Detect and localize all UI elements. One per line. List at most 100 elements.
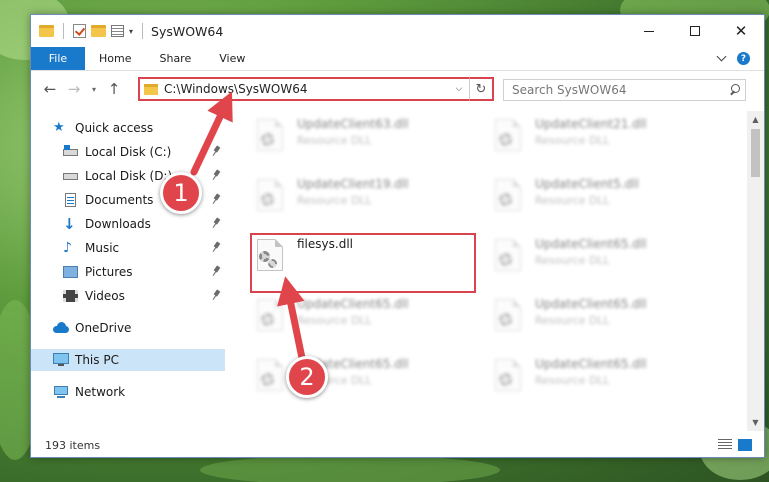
- navigation-bar: ← → ▾ ↑ C:\Windows\SysWOW64 ⌵ ↻ Search S…: [31, 71, 764, 107]
- tab-file[interactable]: File: [31, 47, 85, 70]
- refresh-button[interactable]: ↻: [469, 77, 494, 101]
- item-count: 193 items: [45, 438, 101, 452]
- title-bar: ▾ SysWOW64 ✕: [31, 15, 764, 47]
- scroll-thumb[interactable]: [751, 129, 760, 177]
- refresh-icon: ↻: [475, 81, 487, 97]
- navigation-pane: ★ Quick access Local Disk (C:) Local Dis…: [31, 111, 225, 431]
- file-name: UpdateClient65.dll: [535, 357, 647, 371]
- customize-toolbar-icon[interactable]: ▾: [129, 27, 133, 36]
- file-highlight-box: [250, 233, 476, 293]
- sidebar-item-pictures[interactable]: Pictures: [31, 261, 225, 283]
- file-item[interactable]: UpdateClient5.dll Resource DLL: [489, 177, 719, 235]
- vertical-scrollbar[interactable]: ▲ ▼: [747, 111, 764, 431]
- maximize-button[interactable]: [672, 15, 718, 47]
- file-item[interactable]: UpdateClient65.dll Resource DLL: [489, 297, 719, 355]
- pin-icon: [213, 242, 221, 252]
- pin-icon: [213, 218, 221, 228]
- file-item[interactable]: UpdateClient65.dll Resource DLL: [489, 357, 719, 415]
- sidebar-item-label: Documents: [85, 193, 154, 207]
- search-icon[interactable]: [727, 81, 745, 99]
- dll-file-icon: [251, 297, 287, 337]
- cloud-icon: [53, 321, 69, 335]
- view-toggle: [718, 439, 764, 451]
- minimize-icon: [644, 30, 654, 32]
- ribbon-controls: ?: [716, 47, 764, 70]
- file-name: UpdateClient65.dll: [297, 297, 409, 311]
- sidebar-item-label: Videos: [85, 289, 125, 303]
- minimize-button[interactable]: [626, 15, 672, 47]
- sidebar-item-downloads[interactable]: ↓ Downloads: [31, 213, 225, 235]
- rename-icon[interactable]: [111, 25, 124, 37]
- folder-icon: [39, 25, 54, 37]
- pin-icon: [213, 146, 221, 156]
- file-item[interactable]: UpdateClient21.dll Resource DLL: [489, 117, 719, 175]
- file-item[interactable]: UpdateClient65.dll Resource DLL: [251, 297, 481, 355]
- sidebar-item-this-pc[interactable]: This PC: [31, 349, 225, 371]
- file-type: Resource DLL: [535, 254, 610, 267]
- tab-share[interactable]: Share: [145, 47, 205, 70]
- address-dropdown-button[interactable]: ⌵: [450, 84, 468, 94]
- file-type: Resource DLL: [535, 314, 610, 327]
- pin-icon: [213, 194, 221, 204]
- drive-icon: [63, 145, 79, 159]
- file-name: UpdateClient5.dll: [535, 177, 639, 191]
- new-folder-icon[interactable]: [91, 25, 106, 37]
- sidebar-item-label: Local Disk (D:): [85, 169, 173, 183]
- step-2-badge: 2: [286, 356, 328, 398]
- close-button[interactable]: ✕: [718, 15, 764, 47]
- sidebar-item-videos[interactable]: Videos: [31, 285, 225, 307]
- file-explorer-window: ▾ SysWOW64 ✕ File Home Share View ? ← → …: [30, 14, 765, 458]
- file-item[interactable]: UpdateClient65.dll Resource DLL: [251, 357, 481, 415]
- scroll-down-button[interactable]: ▼: [747, 414, 764, 431]
- documents-icon: [63, 193, 79, 207]
- forward-button[interactable]: →: [63, 78, 85, 100]
- expand-ribbon-icon[interactable]: [716, 51, 727, 62]
- large-icons-view-icon[interactable]: [738, 439, 752, 451]
- search-input[interactable]: Search SysWOW64: [512, 83, 727, 97]
- recent-locations-button[interactable]: ▾: [87, 85, 101, 94]
- nav-buttons: ← → ▾ ↑: [31, 78, 125, 100]
- properties-check-icon[interactable]: [73, 24, 86, 38]
- sidebar-item-label: Quick access: [75, 121, 154, 135]
- sidebar-item-local-disk-c[interactable]: Local Disk (C:): [31, 141, 225, 163]
- dll-file-icon: [251, 117, 287, 157]
- sidebar-item-quick-access[interactable]: ★ Quick access: [31, 117, 225, 139]
- file-item[interactable]: UpdateClient19.dll Resource DLL: [251, 177, 481, 235]
- file-item[interactable]: UpdateClient65.dll Resource DLL: [489, 237, 719, 295]
- sidebar-item-label: Music: [85, 241, 120, 255]
- videos-icon: [63, 289, 79, 303]
- scroll-up-button[interactable]: ▲: [747, 111, 764, 128]
- dll-file-icon: [489, 177, 525, 217]
- file-name: UpdateClient65.dll: [535, 237, 647, 251]
- ribbon-tabs: File Home Share View ?: [31, 47, 764, 71]
- pin-icon: [213, 170, 221, 180]
- close-icon: ✕: [734, 22, 748, 40]
- sidebar-item-label: Downloads: [85, 217, 151, 231]
- quick-access-toolbar: ▾: [31, 23, 147, 39]
- file-name: UpdateClient63.dll: [297, 117, 409, 131]
- dll-file-icon: [489, 117, 525, 157]
- drive-icon: [63, 169, 79, 183]
- folder-icon: [144, 83, 158, 95]
- divider: [142, 23, 144, 39]
- tab-home[interactable]: Home: [85, 47, 145, 70]
- search-box[interactable]: Search SysWOW64: [503, 79, 746, 101]
- file-name: UpdateClient19.dll: [297, 177, 409, 191]
- back-button[interactable]: ←: [39, 78, 61, 100]
- file-type: Resource DLL: [297, 314, 372, 327]
- address-bar[interactable]: C:\Windows\SysWOW64 ⌵: [138, 77, 494, 101]
- window-controls: ✕: [626, 15, 764, 47]
- tab-view[interactable]: View: [205, 47, 259, 70]
- network-icon: [53, 385, 69, 399]
- dll-file-icon: [489, 357, 525, 397]
- up-button[interactable]: ↑: [103, 78, 125, 100]
- address-path[interactable]: C:\Windows\SysWOW64: [164, 82, 450, 96]
- file-name: UpdateClient65.dll: [535, 297, 647, 311]
- details-view-icon[interactable]: [718, 439, 732, 451]
- file-type: Resource DLL: [297, 134, 372, 147]
- sidebar-item-network[interactable]: Network: [31, 381, 225, 403]
- file-item[interactable]: UpdateClient63.dll Resource DLL: [251, 117, 481, 175]
- sidebar-item-onedrive[interactable]: OneDrive: [31, 317, 225, 339]
- sidebar-item-music[interactable]: ♪ Music: [31, 237, 225, 259]
- help-icon[interactable]: ?: [737, 52, 750, 65]
